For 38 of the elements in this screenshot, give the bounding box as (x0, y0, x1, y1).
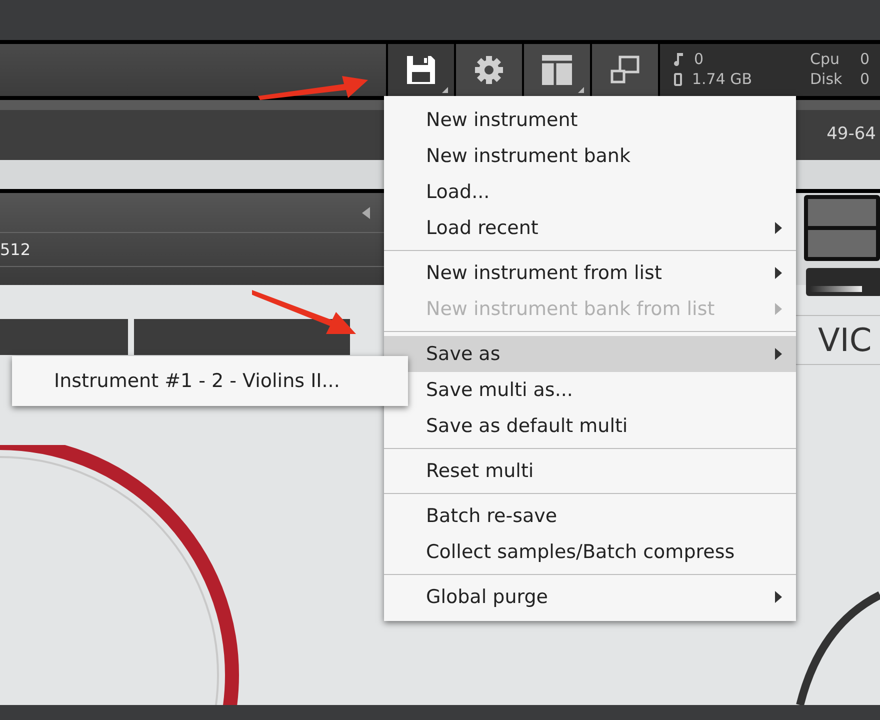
memory-icon (674, 72, 682, 86)
menu-item[interactable]: Global purge (384, 579, 796, 615)
menu-item[interactable]: Reset multi (384, 453, 796, 489)
menu-item[interactable]: Collect samples/Batch compress (384, 534, 796, 570)
note-icon (674, 52, 684, 66)
tab[interactable] (134, 319, 350, 355)
cpu-value: 0 (860, 49, 870, 69)
layout-button[interactable] (524, 44, 590, 96)
memory-usage: 1.74 GB (692, 69, 752, 89)
menu-item[interactable]: Save as (384, 336, 796, 372)
row-value: 512 (0, 238, 31, 260)
save-icon (405, 54, 437, 86)
voices-count: 0 (694, 49, 704, 69)
settings-button[interactable] (456, 44, 522, 96)
resize-button[interactable] (592, 44, 658, 96)
menu-item[interactable]: Save as default multi (384, 408, 796, 444)
layout-icon (541, 54, 573, 86)
submenu-arrow-icon (775, 348, 782, 360)
save-button[interactable] (388, 44, 454, 96)
volume-slider[interactable] (806, 268, 880, 296)
menu-item[interactable]: Batch re-save (384, 498, 796, 534)
cpu-label: Cpu (810, 49, 841, 69)
menu-item[interactable]: New instrument (384, 102, 796, 138)
menu-item[interactable]: New instrument bank (384, 138, 796, 174)
menu-item[interactable]: Load recent (384, 210, 796, 246)
menu-item[interactable]: New instrument from list (384, 255, 796, 291)
menu-item[interactable]: Load... (384, 174, 796, 210)
channel-range: 49-64 (826, 123, 876, 146)
disk-label: Disk (810, 69, 844, 89)
instrument-title: VIC (818, 320, 872, 361)
settings-icon (473, 54, 505, 86)
disk-value: 0 (860, 69, 870, 89)
collapse-arrow-icon (362, 206, 370, 218)
resize-icon (609, 54, 641, 86)
submenu-arrow-icon (775, 267, 782, 279)
submenu-arrow-icon (775, 303, 782, 315)
submenu-arrow-icon (775, 222, 782, 234)
submenu-arrow-icon (775, 591, 782, 603)
